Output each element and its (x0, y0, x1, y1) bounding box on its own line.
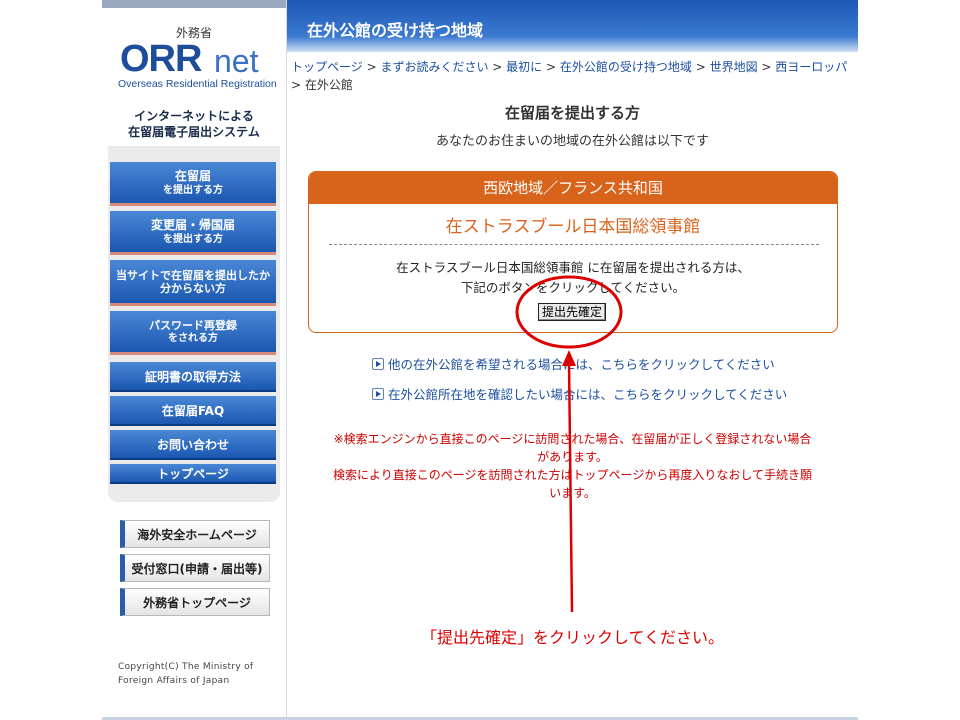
nav-change-return-button[interactable]: 変更届・帰国届 を提出する方 (110, 211, 276, 255)
nav-change-return-sublabel: を提出する方 (163, 233, 223, 245)
nav-register-label: 在留届 (174, 168, 211, 183)
confirm-destination-button[interactable]: 提出先確定 (538, 303, 607, 321)
nav-register-button[interactable]: 在留届 を提出する方 (110, 162, 276, 206)
nav-change-return-label: 変更届・帰国届 (150, 217, 235, 232)
link-consulate-location-label: 在外公館所在地を確認したい場合には、こちらをクリックしてください (388, 387, 788, 402)
arrow-right-icon (372, 387, 384, 400)
page-title: 在留届を提出する方 (504, 104, 640, 122)
link-other-consulate-label: 他の在外公館を希望される場合には、こちらをクリックしてください (388, 357, 775, 372)
instruction-line-1: 在ストラスブール日本国総領事館 に在留届を提出される方は、 (396, 260, 750, 275)
nav-contact-label: お問い合わせ (156, 437, 229, 452)
instruction-text: 在ストラスブール日本国総領事館 に在留届を提出される方は、 下記のボタンをクリッ… (309, 258, 837, 298)
breadcrumb-separator: > (691, 60, 710, 74)
page-margin-right (858, 0, 960, 720)
logo-subtitle: Overseas Residential Registration (118, 78, 277, 90)
warning-line-4: います。 (549, 486, 596, 500)
nav-top-page-button[interactable]: トップページ (110, 464, 276, 484)
nav-certificate-label: 証明書の取得方法 (144, 369, 241, 384)
copyright-line-1: Copyright(C) The Ministry of (118, 662, 254, 672)
nav-check-submitted-label: 当サイトで在留届を提出したか (116, 268, 270, 282)
breadcrumb-regions[interactable]: 在外公館の受け持つ地域 (560, 60, 692, 74)
nav-check-submitted-sublabel: 分からない方 (160, 281, 226, 295)
breadcrumb-world-map[interactable]: 世界地図 (710, 60, 758, 74)
page-margin-left (0, 0, 102, 720)
sidebar-top-strip (102, 0, 286, 8)
orrnet-logo[interactable]: ORR net Overseas Residential Registratio… (116, 38, 277, 96)
warning-line-1: ※検索エンジンから直接このページに訪問された場合、在留届が正しく登録されない場合 (333, 432, 812, 446)
nav-password-label: パスワード再登録 (149, 318, 237, 332)
breadcrumb-read-first[interactable]: まずお読みください (380, 60, 488, 74)
sidebar: 外務省 ORR net Overseas Residential Registr… (102, 0, 287, 720)
system-name-line-2: 在留届電子届出システム (128, 125, 260, 139)
breadcrumb-first[interactable]: 最初に (506, 60, 542, 74)
breadcrumb-western-europe[interactable]: 西ヨーロッパ (775, 60, 847, 74)
ext-link-mofa-top[interactable]: 外務省トップページ (120, 588, 270, 616)
nav-faq-button[interactable]: 在留届FAQ (110, 396, 276, 426)
nav-top-page-label: トップページ (157, 466, 229, 481)
consulate-result-box: 西欧地域／フランス共和国 在ストラスブール日本国総領事館 在ストラスブール日本国… (308, 171, 838, 333)
breadcrumb-separator: > (291, 78, 305, 92)
logo-orr-text: ORR (120, 38, 202, 80)
breadcrumb: トップページ > まずお読みください > 最初に > 在外公館の受け持つ地域 >… (291, 58, 851, 94)
nav-faq-label: 在留届FAQ (161, 403, 225, 418)
breadcrumb-top-page[interactable]: トップページ (291, 60, 363, 74)
dashed-divider (329, 244, 819, 245)
system-name: インターネットによる 在留届電子届出システム (102, 108, 286, 140)
nav-password-sublabel: をされる方 (168, 332, 218, 344)
instruction-line-2: 下記のボタンをクリックしてください。 (460, 280, 686, 295)
warning-line-2: があります。 (537, 450, 608, 464)
copyright: Copyright(C) The Ministry of Foreign Aff… (118, 660, 253, 688)
copyright-line-2: Foreign Affairs of Japan (118, 676, 230, 686)
nav-certificate-button[interactable]: 証明書の取得方法 (110, 362, 276, 392)
arrow-right-icon (372, 357, 384, 370)
region-header: 西欧地域／フランス共和国 (309, 172, 837, 204)
link-other-consulate[interactable]: 他の在外公館を希望される場合には、こちらをクリックしてください (372, 354, 775, 373)
link-consulate-location[interactable]: 在外公館所在地を確認したい場合には、こちらをクリックしてください (372, 384, 787, 403)
breadcrumb-separator: > (757, 60, 776, 74)
breadcrumb-separator: > (362, 60, 381, 74)
ext-link-overseas-safety[interactable]: 海外安全ホームページ (120, 520, 270, 548)
search-engine-warning: ※検索エンジンから直接このページに訪問された場合、在留届が正しく登録されない場合… (287, 430, 858, 502)
nav-register-sublabel: を提出する方 (163, 184, 223, 196)
annotation-text: 「提出先確定」をクリックしてください。 (420, 628, 725, 647)
ext-link-reception[interactable]: 受付窓口(申請・届出等) (120, 554, 270, 582)
nav-password-button[interactable]: パスワード再登録 をされる方 (110, 311, 276, 355)
logo-net-text: net (214, 43, 259, 79)
system-name-line-1: インターネットによる (134, 109, 254, 123)
header-title: 在外公館の受け持つ地域 (307, 21, 484, 40)
warning-line-3: 検索により直接このページを訪問された方はトップページから再度入りなおして手続き願 (333, 468, 812, 482)
breadcrumb-separator: > (488, 60, 507, 74)
nav-contact-button[interactable]: お問い合わせ (110, 430, 276, 460)
consulate-name: 在ストラスブール日本国総領事館 (445, 217, 701, 237)
breadcrumb-separator: > (542, 60, 560, 74)
breadcrumb-current: 在外公館 (304, 78, 353, 92)
nav-check-submitted-button[interactable]: 当サイトで在留届を提出したか 分からない方 (110, 260, 276, 306)
header-bar: 在外公館の受け持つ地域 (287, 0, 858, 52)
page-subtitle: あなたのお住まいの地域の在外公館は以下です (435, 134, 709, 149)
